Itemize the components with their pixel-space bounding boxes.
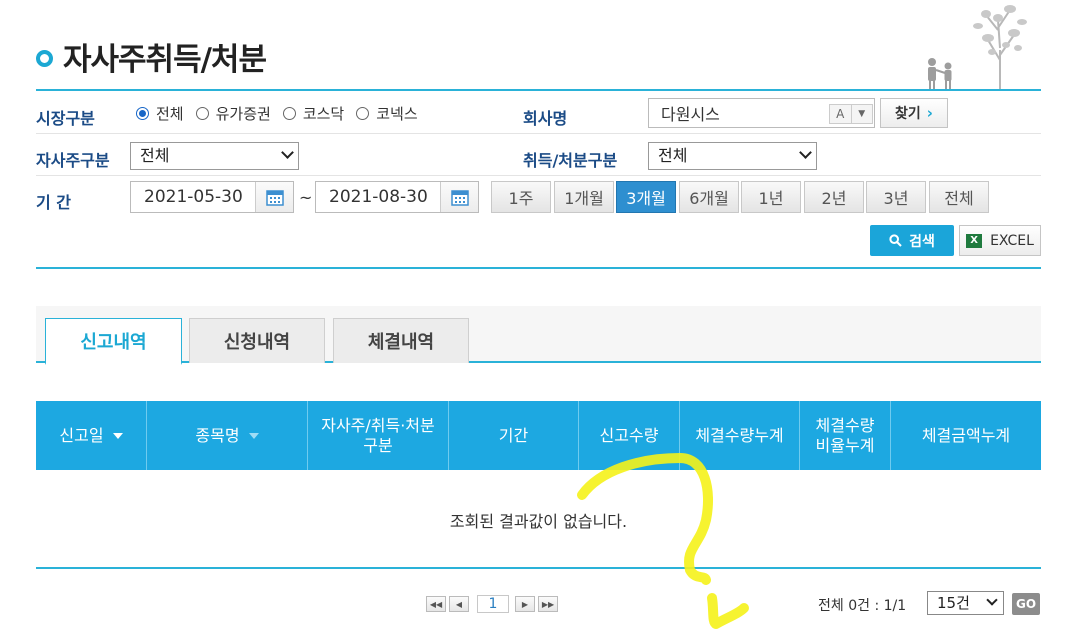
tab-execution-history[interactable]: 체결내역 [333, 318, 469, 363]
market-option-label: 코넥스 [376, 105, 418, 123]
market-radio-all[interactable]: 전체 [136, 103, 184, 124]
radio-icon[interactable] [356, 107, 370, 120]
chevron-right-icon: › [926, 104, 933, 122]
col-treasury-type: 자사주/취득·처분 구분 [308, 401, 449, 470]
tree-illustration-icon [928, 5, 1027, 90]
market-radio-group: 전체 유가증권 코스닥 코넥스 [136, 103, 430, 124]
total-count: 전체 0건 : 1/1 [818, 598, 907, 614]
page-number[interactable]: 1 [477, 595, 509, 613]
next-page-icon[interactable]: ▶ [515, 596, 535, 612]
date-to-field[interactable]: 2021-08-30 [315, 181, 479, 213]
tab-application-history[interactable]: 신청내역 [189, 318, 325, 363]
period-button-1y[interactable]: 1년 [741, 181, 801, 213]
calendar-icon[interactable] [440, 182, 478, 212]
table-header: 신고일 종목명 자사주/취득·처분 구분 기간 신고수량 체결수량누계 체결수량… [36, 401, 1041, 470]
search-button[interactable]: 검색 [870, 225, 954, 256]
company-label: 회사명 [523, 109, 568, 128]
calendar-icon[interactable] [255, 182, 293, 212]
treasury-type-select[interactable]: 전체 [130, 142, 299, 170]
radio-selected-icon[interactable] [136, 107, 149, 120]
rows-per-page-select[interactable]: 15건 [927, 591, 1004, 615]
form-row-type: 자사주구분 전체 취득/처분구분 전체 [36, 134, 1041, 176]
col-stock-name-label: 종목명 [195, 425, 240, 445]
prev-page-icon[interactable]: ◀ [449, 596, 469, 612]
treasury-type-value: 전체 [140, 146, 170, 165]
market-option-label: 유가증권 [215, 105, 271, 123]
company-input[interactable] [649, 99, 829, 127]
form-row-market: 시장구분 전체 유가증권 코스닥 코넥스 회사명 A ▼ 찾기 › [36, 91, 1041, 134]
search-button-label: 검색 [909, 233, 935, 250]
search-icon [889, 234, 902, 247]
treasury-type-label: 자사주구분 [36, 151, 110, 170]
acq-disposal-select[interactable]: 전체 [648, 142, 817, 170]
title-bullet-icon [36, 50, 53, 67]
col-period: 기간 [449, 401, 579, 470]
autocomplete-toggle[interactable]: A ▼ [829, 104, 873, 124]
col-exec-qty-total: 체결수량누계 [680, 401, 800, 470]
date-from-value[interactable]: 2021-05-30 [131, 187, 255, 207]
market-option-label: 전체 [156, 105, 184, 123]
col-report-qty: 신고수량 [579, 401, 680, 470]
chevron-down-icon [281, 146, 294, 159]
market-radio-kosdaq[interactable]: 코스닥 [282, 103, 345, 124]
chevron-down-icon [799, 146, 812, 159]
market-radio-kospi[interactable]: 유가증권 [195, 103, 271, 124]
excel-icon: X [966, 233, 983, 248]
table-divider [36, 567, 1041, 569]
col-stock-name[interactable]: 종목명 [147, 401, 308, 470]
date-to-value[interactable]: 2021-08-30 [316, 187, 440, 207]
market-option-label: 코스닥 [302, 105, 345, 123]
col-exec-qty-ratio: 체결수량 비율누계 [800, 401, 891, 470]
acq-disposal-value: 전체 [658, 146, 688, 165]
period-button-2y[interactable]: 2년 [804, 181, 864, 213]
period-button-1m[interactable]: 1개월 [554, 181, 614, 213]
acq-disposal-label: 취득/처분구분 [523, 151, 618, 170]
period-button-6m[interactable]: 6개월 [679, 181, 739, 213]
last-page-icon[interactable]: ▶▶ [538, 596, 558, 612]
col-report-date[interactable]: 신고일 [36, 401, 147, 470]
pagination: ◀◀ ◀ 1 ▶ ▶▶ [426, 595, 561, 613]
col-report-date-label: 신고일 [59, 425, 104, 445]
page-title: 자사주취득/처분 [63, 42, 267, 78]
col-exec-amount-total: 체결금액누계 [921, 425, 1011, 445]
tab-report-history[interactable]: 신고내역 [45, 318, 182, 365]
rows-per-page-value: 15건 [937, 594, 970, 612]
radio-icon[interactable] [195, 107, 209, 120]
find-button-label: 찾기 [895, 106, 921, 122]
chevron-down-icon[interactable]: ▼ [850, 105, 873, 123]
period-button-1w[interactable]: 1주 [491, 181, 551, 213]
go-button[interactable]: GO [1012, 593, 1040, 615]
autocomplete-a-label: A [836, 107, 845, 121]
period-button-all[interactable]: 전체 [929, 181, 989, 213]
period-button-3m[interactable]: 3개월 [616, 181, 676, 213]
chevron-down-icon [986, 594, 998, 606]
page-header: 자사주취득/처분 [36, 34, 267, 79]
find-button[interactable]: 찾기 › [880, 98, 948, 128]
tab-strip: 신고내역 신청내역 체결내역 [36, 306, 1041, 365]
first-page-icon[interactable]: ◀◀ [426, 596, 446, 612]
form-divider [36, 267, 1041, 269]
empty-result-message: 조회된 결과값이 없습니다. [449, 512, 628, 531]
sort-desc-icon[interactable] [112, 432, 123, 439]
date-separator: ~ [299, 188, 313, 207]
excel-download-button[interactable]: X EXCEL [959, 225, 1041, 256]
company-search-box: A ▼ [648, 98, 875, 128]
market-radio-konex[interactable]: 코넥스 [356, 103, 418, 124]
date-from-field[interactable]: 2021-05-30 [130, 181, 294, 213]
market-label: 시장구분 [36, 109, 95, 128]
radio-icon[interactable] [282, 107, 296, 120]
period-button-3y[interactable]: 3년 [866, 181, 926, 213]
sort-icon[interactable] [248, 432, 259, 439]
excel-button-label: EXCEL [990, 232, 1034, 249]
period-label: 기 간 [36, 193, 72, 212]
form-row-period: 기 간 2021-05-30 ~ 2021-08-30 1주 1개월 3개월 6… [36, 176, 1041, 221]
